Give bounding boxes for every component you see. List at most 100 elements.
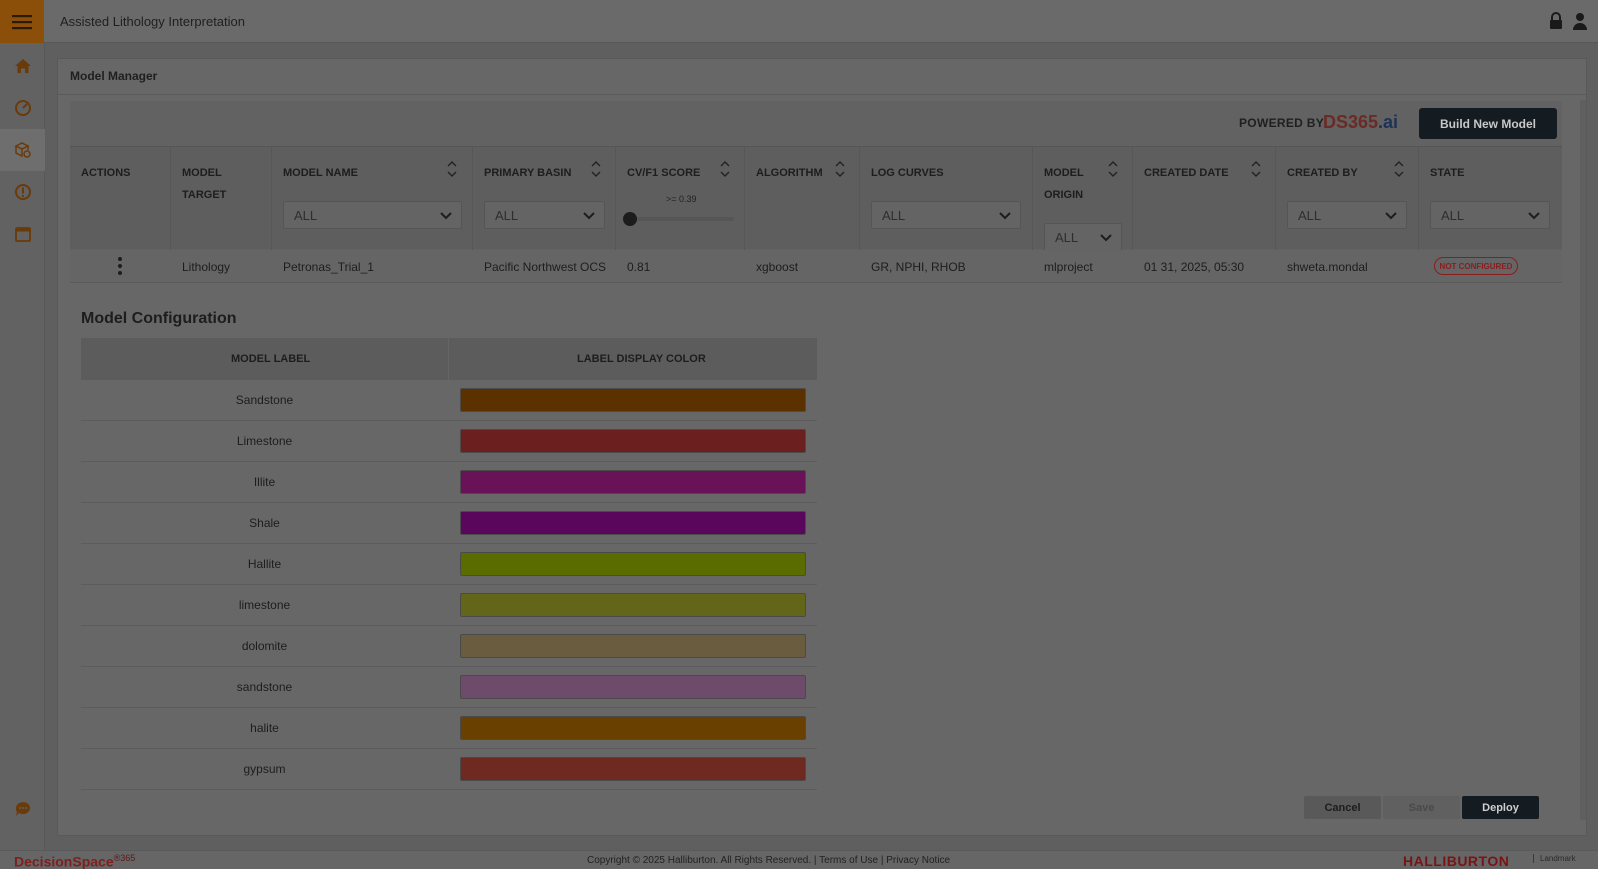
sidebar-item-chat[interactable] bbox=[0, 788, 45, 830]
lock-icon[interactable] bbox=[1548, 12, 1564, 30]
panel-scrollbar[interactable] bbox=[1580, 100, 1586, 820]
color-swatch[interactable] bbox=[460, 675, 806, 699]
chevron-down-icon bbox=[1385, 212, 1397, 220]
chevron-down-icon bbox=[999, 212, 1011, 220]
sort-icon[interactable] bbox=[1107, 159, 1119, 179]
home-icon bbox=[14, 59, 31, 73]
color-swatch[interactable] bbox=[460, 388, 806, 412]
kebab-menu-icon[interactable] bbox=[117, 256, 123, 276]
primary-basin-filter-value: ALL bbox=[495, 208, 519, 223]
col-log-curves-label: LOG CURVES bbox=[871, 167, 944, 179]
config-row-label: Sandstone bbox=[235, 393, 294, 407]
cubes-icon bbox=[13, 142, 31, 158]
score-slider-handle[interactable] bbox=[623, 212, 637, 226]
chevron-down-icon bbox=[1100, 234, 1112, 242]
copyright-text: Copyright © 2025 Halliburton. All Rights… bbox=[587, 855, 812, 866]
color-swatch[interactable] bbox=[460, 634, 806, 658]
top-bar: Assisted Lithology Interpretation bbox=[0, 0, 1598, 43]
config-row: Illite bbox=[81, 462, 817, 503]
cell-model-origin: mlproject bbox=[1044, 260, 1093, 274]
table-row[interactable]: Lithology Petronas_Trial_1 Pacific North… bbox=[70, 250, 1562, 283]
deploy-button[interactable]: Deploy bbox=[1462, 796, 1539, 819]
color-swatch[interactable] bbox=[460, 470, 806, 494]
color-swatch[interactable] bbox=[460, 429, 806, 453]
col-model-origin-label: MODEL ORIGIN bbox=[1044, 162, 1084, 206]
color-swatch[interactable] bbox=[460, 593, 806, 617]
sort-icon[interactable] bbox=[834, 159, 846, 179]
alert-circle-icon bbox=[14, 184, 31, 200]
col-score: CV/F1 SCORE >= 0.39 bbox=[616, 147, 745, 250]
model-name-filter[interactable]: ALL bbox=[283, 201, 462, 229]
config-row: Limestone bbox=[81, 421, 817, 462]
cell-model-target: Lithology bbox=[182, 260, 231, 274]
config-row-label: halite bbox=[250, 721, 279, 735]
sort-icon[interactable] bbox=[719, 159, 731, 179]
model-origin-filter[interactable]: ALL bbox=[1044, 223, 1122, 251]
col-model-target: MODEL TARGET bbox=[171, 147, 272, 250]
build-new-model-button[interactable]: Build New Model bbox=[1419, 108, 1557, 139]
col-model-origin: MODEL ORIGIN ALL bbox=[1033, 147, 1133, 251]
sidebar-item-dashboard[interactable] bbox=[0, 87, 45, 129]
model-name-filter-value: ALL bbox=[294, 208, 318, 223]
config-row-label: Limestone bbox=[236, 434, 293, 448]
col-log-curves: LOG CURVES ALL bbox=[860, 147, 1033, 250]
terms-link[interactable]: Terms of Use bbox=[819, 855, 878, 866]
save-button[interactable]: Save bbox=[1383, 796, 1460, 819]
sidebar bbox=[0, 43, 45, 850]
primary-basin-filter[interactable]: ALL bbox=[484, 201, 605, 229]
cell-model-name: Petronas_Trial_1 bbox=[283, 260, 374, 274]
color-swatch[interactable] bbox=[460, 716, 806, 740]
cell-log-curves: GR, NPHI, RHOB bbox=[871, 260, 966, 274]
sidebar-item-calendar[interactable] bbox=[0, 213, 45, 255]
panel-divider bbox=[58, 94, 1586, 95]
landmark-logo: Landmark bbox=[1533, 854, 1576, 863]
col-algorithm: ALGORITHM bbox=[745, 147, 860, 250]
sort-icon[interactable] bbox=[1250, 159, 1262, 179]
user-icon[interactable] bbox=[1572, 12, 1588, 30]
chevron-down-icon bbox=[440, 212, 452, 220]
color-swatch[interactable] bbox=[460, 552, 806, 576]
chevron-down-icon bbox=[1528, 212, 1540, 220]
col-algorithm-label: ALGORITHM bbox=[756, 167, 823, 179]
sidebar-item-alerts[interactable] bbox=[0, 171, 45, 213]
log-curves-filter[interactable]: ALL bbox=[871, 201, 1021, 229]
color-swatch[interactable] bbox=[460, 757, 806, 781]
color-swatch[interactable] bbox=[460, 511, 806, 535]
score-slider-track[interactable] bbox=[627, 217, 734, 221]
sort-icon[interactable] bbox=[446, 159, 458, 179]
cell-algorithm: xgboost bbox=[756, 260, 799, 274]
col-model-name: MODEL NAME ALL bbox=[272, 147, 473, 250]
status-badge: NOT CONFIGURED bbox=[1434, 257, 1518, 275]
log-curves-filter-value: ALL bbox=[882, 208, 906, 223]
sort-icon[interactable] bbox=[1393, 159, 1405, 179]
config-row-label: limestone bbox=[238, 598, 291, 612]
cancel-button[interactable]: Cancel bbox=[1304, 796, 1381, 819]
col-model-name-label: MODEL NAME bbox=[283, 167, 358, 179]
created-by-filter[interactable]: ALL bbox=[1287, 201, 1407, 229]
col-state: STATE ALL bbox=[1419, 147, 1562, 250]
sidebar-item-home[interactable] bbox=[0, 45, 45, 87]
col-state-label: STATE bbox=[1430, 167, 1465, 179]
powered-by-label: POWERED BY bbox=[1239, 116, 1325, 130]
menu-button[interactable] bbox=[0, 0, 44, 43]
footer: DecisionSpace®365 Copyright © 2025 Halli… bbox=[0, 850, 1598, 869]
config-row: dolomite bbox=[81, 626, 817, 667]
config-col-label: MODEL LABEL bbox=[231, 353, 311, 365]
col-actions-label: ACTIONS bbox=[81, 167, 131, 179]
col-primary-basin: PRIMARY BASIN ALL bbox=[473, 147, 616, 250]
col-model-origin-label-line2: ORIGIN bbox=[1044, 189, 1084, 201]
sort-icon[interactable] bbox=[590, 159, 602, 179]
state-filter[interactable]: ALL bbox=[1430, 201, 1550, 229]
hamburger-icon bbox=[12, 14, 32, 29]
privacy-link[interactable]: Privacy Notice bbox=[886, 855, 950, 866]
app-title: Assisted Lithology Interpretation bbox=[60, 14, 245, 29]
score-slider-value: >= 0.39 bbox=[666, 194, 697, 204]
config-table-header: MODEL LABEL LABEL DISPLAY COLOR bbox=[81, 338, 817, 380]
model-configuration-title: Model Configuration bbox=[81, 310, 237, 327]
config-col-color: LABEL DISPLAY COLOR bbox=[577, 353, 706, 365]
chevron-down-icon bbox=[583, 212, 595, 220]
col-model-target-label: MODEL TARGET bbox=[182, 162, 226, 206]
created-by-filter-value: ALL bbox=[1298, 208, 1322, 223]
config-header-divider bbox=[448, 338, 449, 380]
sidebar-item-models[interactable] bbox=[0, 129, 45, 171]
